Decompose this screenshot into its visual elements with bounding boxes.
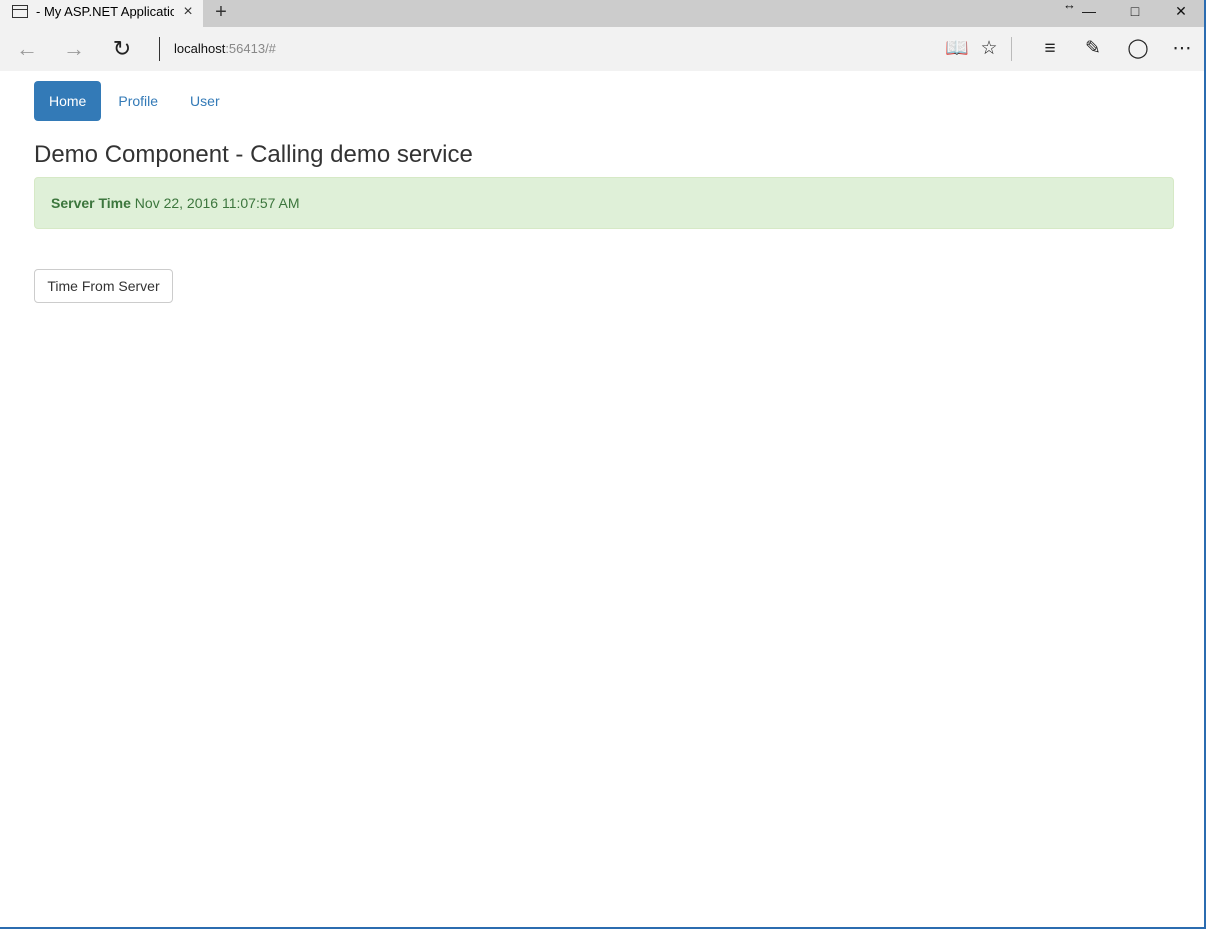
favorite-star-icon[interactable]: ☆: [976, 36, 1002, 62]
server-time-value: Nov 22, 2016 11:07:57 AM: [134, 195, 300, 211]
reading-view-icon[interactable]: 📖: [944, 36, 970, 62]
nav-item-profile[interactable]: Profile: [103, 81, 173, 121]
toolbar-separator: [1011, 37, 1012, 61]
tab-close-icon[interactable]: ×: [179, 3, 197, 21]
address-host: localhost: [174, 41, 226, 56]
page-content: Home Profile User Demo Component - Calli…: [0, 71, 1204, 927]
share-icon[interactable]: ◯: [1125, 36, 1151, 62]
tab-title: - My ASP.NET Applicatio: [36, 4, 174, 19]
server-time-label: Server Time: [51, 195, 131, 211]
address-port-path: :56413/#: [225, 41, 276, 56]
time-from-server-button[interactable]: Time From Server: [34, 269, 173, 303]
nav-item-home[interactable]: Home: [34, 81, 102, 121]
address-bar[interactable]: localhost:56413/#: [174, 41, 276, 56]
hub-icon[interactable]: ≡: [1037, 36, 1063, 62]
browser-window: - My ASP.NET Applicatio × + ↔ — □ ✕ ← → …: [0, 0, 1206, 929]
close-window-icon[interactable]: ✕: [1159, 0, 1203, 24]
title-bar: - My ASP.NET Applicatio × + ↔ — □ ✕: [0, 0, 1204, 27]
tab-page-icon: [12, 5, 28, 18]
nav-item-user[interactable]: User: [175, 81, 235, 121]
address-toolbar: ← → ↻ localhost:56413/# 📖 ☆ ≡ ✎ ◯ ⋯: [0, 27, 1204, 71]
minimize-icon[interactable]: —: [1067, 0, 1111, 24]
more-icon[interactable]: ⋯: [1169, 36, 1195, 62]
address-separator: [159, 37, 160, 61]
web-note-icon[interactable]: ✎: [1080, 36, 1106, 62]
refresh-icon[interactable]: ↻: [107, 35, 137, 63]
back-icon[interactable]: ←: [12, 35, 42, 63]
browser-tab[interactable]: - My ASP.NET Applicatio ×: [0, 0, 203, 27]
maximize-icon[interactable]: □: [1113, 0, 1157, 24]
new-tab-icon[interactable]: +: [210, 2, 232, 24]
server-time-alert: Server Time Nov 22, 2016 11:07:57 AM: [34, 177, 1174, 229]
forward-icon[interactable]: →: [59, 35, 89, 63]
page-title: Demo Component - Calling demo service: [34, 141, 473, 168]
nav-pills: Home Profile User: [34, 81, 237, 121]
